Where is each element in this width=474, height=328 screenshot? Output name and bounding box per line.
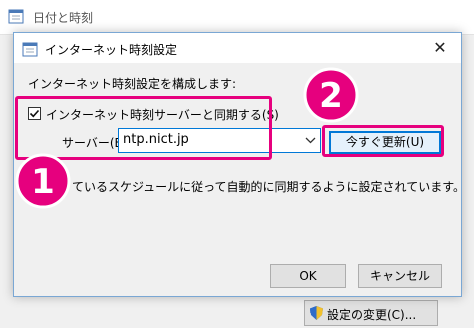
- close-icon[interactable]: ✕: [425, 35, 455, 61]
- config-description-label: インターネット時刻設定を構成します:: [28, 77, 237, 91]
- ok-button[interactable]: OK: [270, 264, 346, 288]
- annotation-highlight-sync-settings: [15, 96, 272, 160]
- annotation-highlight-update-button: [322, 125, 444, 157]
- next-sync-description: ているスケジュールに従って自動的に同期するように設定されています。: [72, 180, 466, 194]
- uac-shield-icon: [310, 306, 323, 320]
- parent-window-title: 日付と時刻: [33, 11, 94, 25]
- dialog-titlebar: インターネット時刻設定 ✕: [14, 33, 461, 63]
- internet-time-settings-dialog: インターネット時刻設定 ✕ インターネット時刻設定を構成します: インターネット…: [13, 32, 466, 297]
- clock-calendar-icon: [22, 42, 38, 57]
- step-marker-1-label: 1: [31, 162, 55, 202]
- dialog-title: インターネット時刻設定: [45, 43, 178, 57]
- step-marker-1: 1: [15, 153, 71, 209]
- cancel-button[interactable]: キャンセル: [358, 264, 442, 288]
- clock-calendar-icon: [8, 9, 24, 24]
- chevron-down-icon[interactable]: [301, 129, 320, 152]
- change-settings-label: 設定の変更(C)...: [327, 308, 417, 322]
- parent-titlebar: 日付と時刻: [0, 0, 474, 35]
- step-marker-2-label: 2: [319, 76, 343, 116]
- change-settings-button[interactable]: 設定の変更(C)...: [304, 300, 438, 326]
- step-marker-2: 2: [303, 67, 359, 123]
